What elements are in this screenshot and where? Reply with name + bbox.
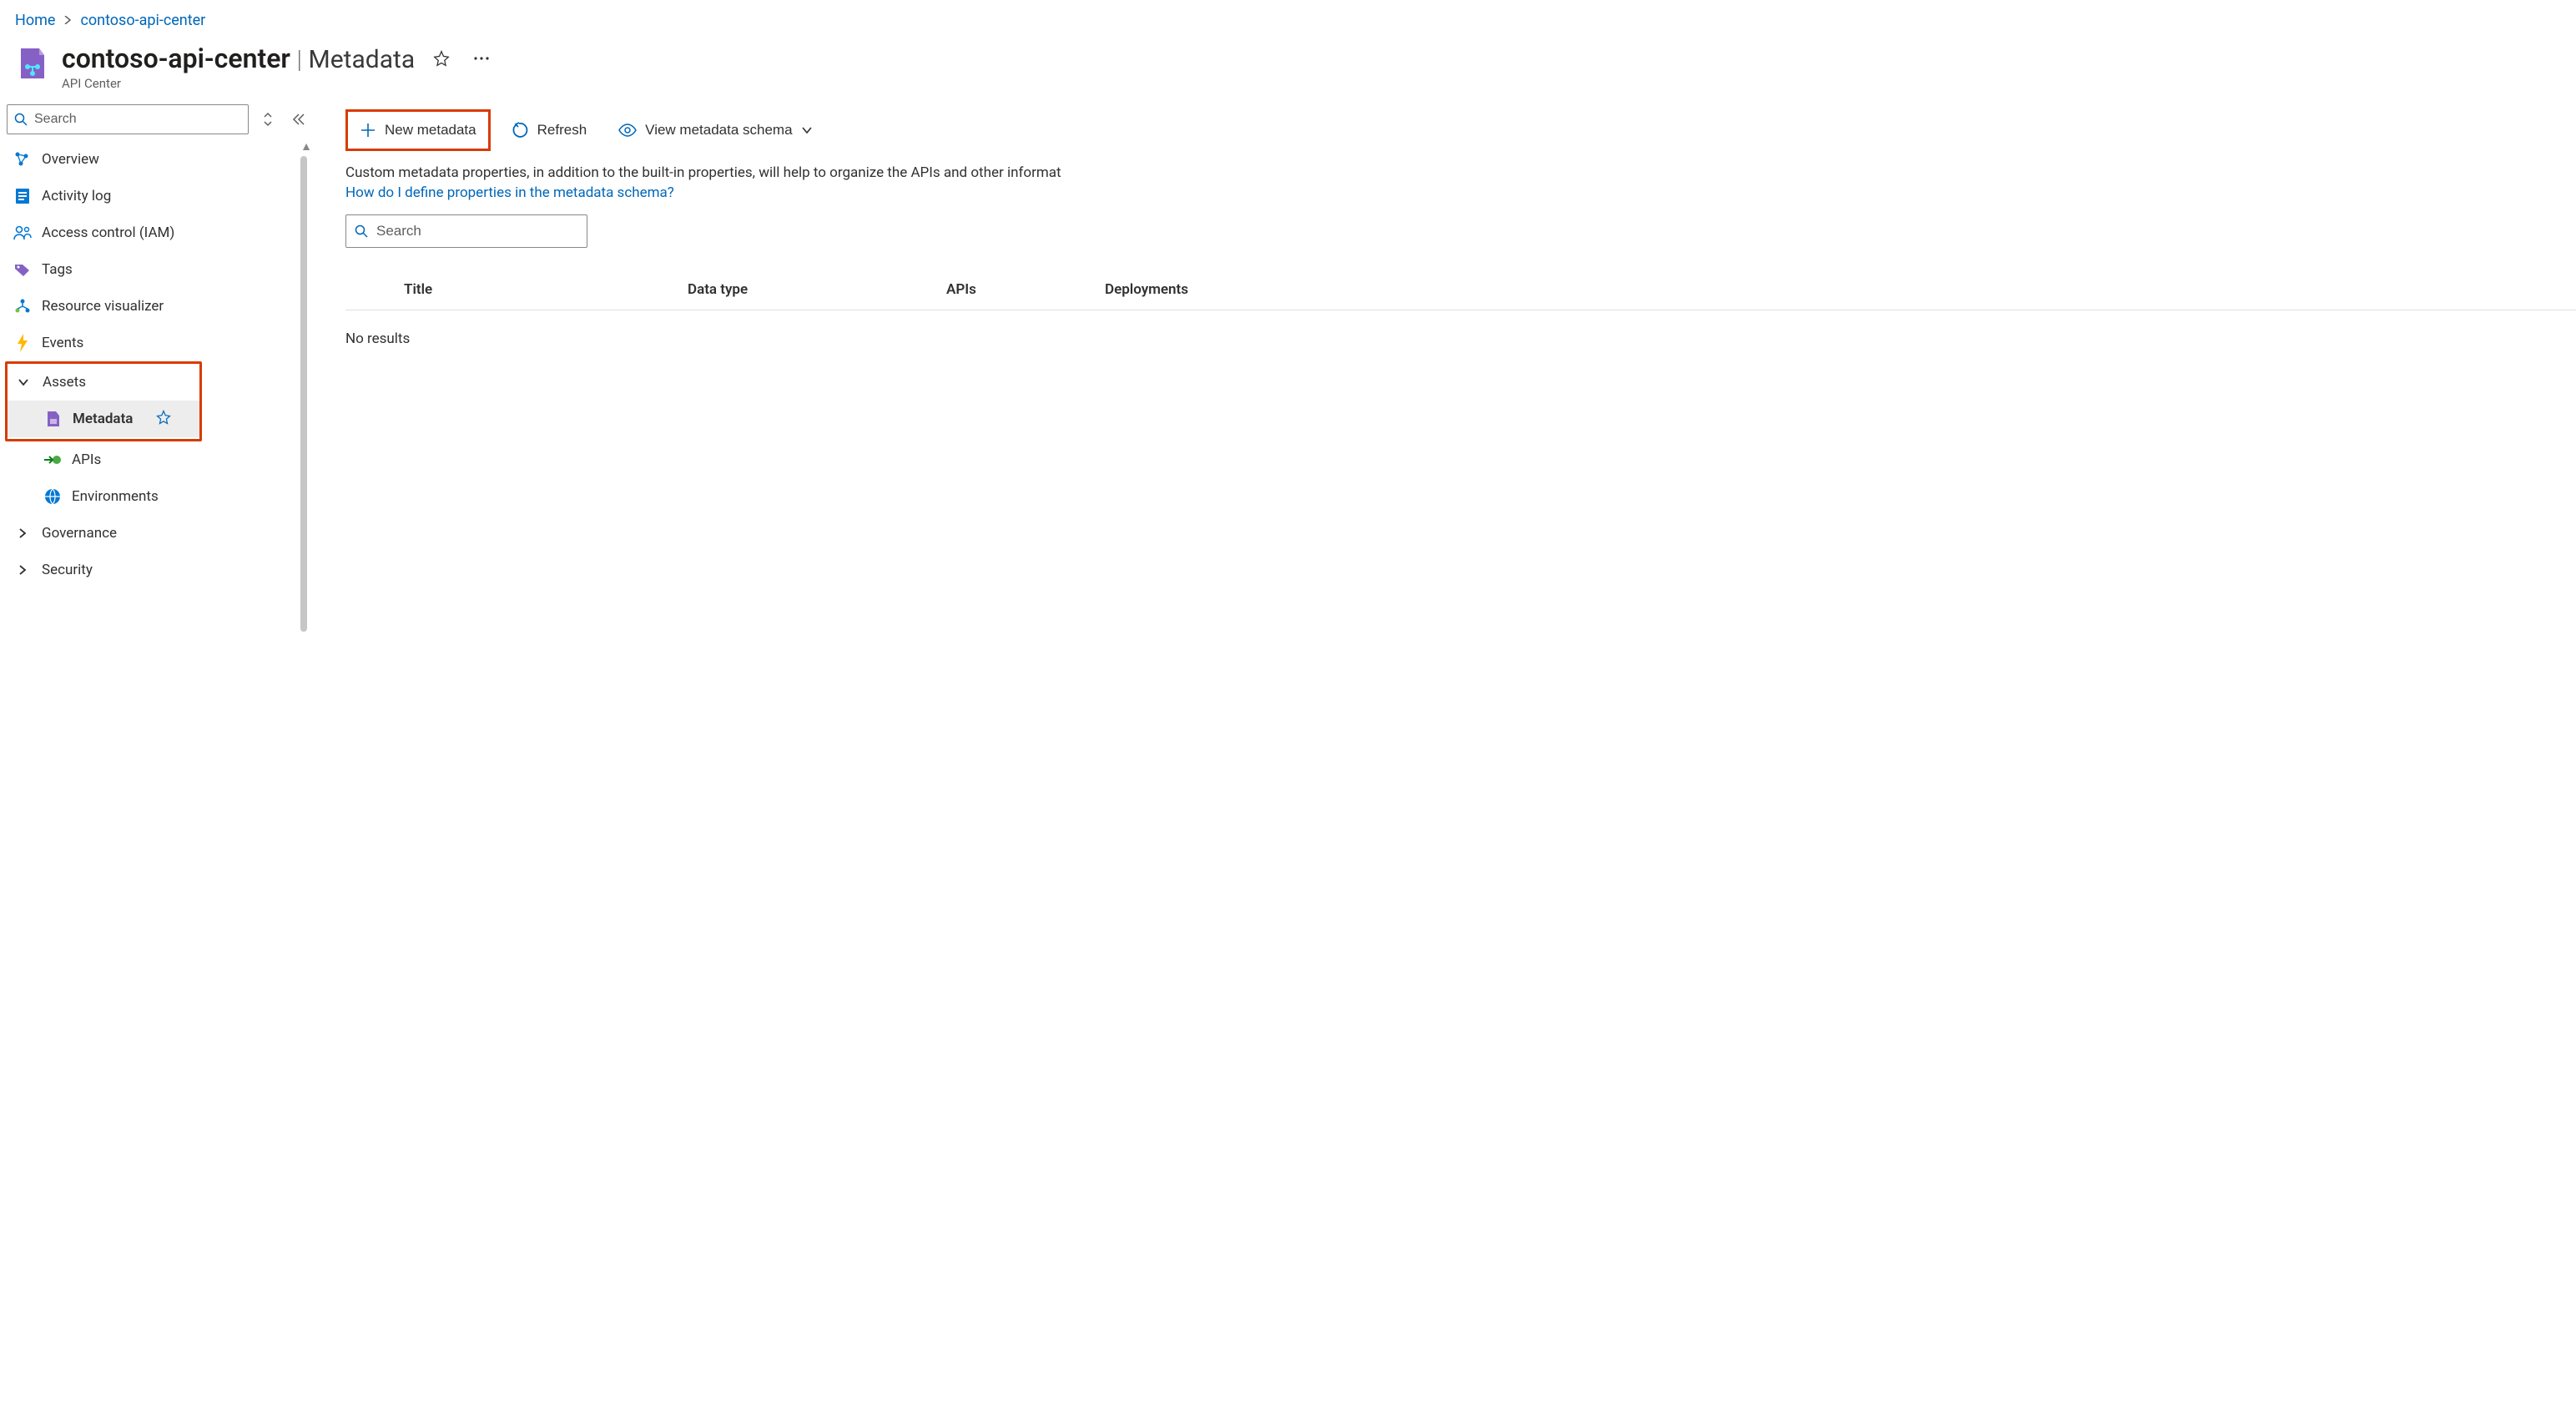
sidebar-item-environments[interactable]: Environments	[7, 478, 310, 515]
sidebar-group-label: Security	[42, 562, 93, 578]
activity-log-icon	[13, 187, 32, 205]
sidebar-item-label: Tags	[42, 261, 73, 278]
sidebar-group-label: Assets	[43, 374, 86, 391]
highlight-new-metadata: New metadata	[345, 109, 491, 151]
page-title: contoso-api-center	[62, 43, 290, 74]
breadcrumb-home[interactable]: Home	[15, 12, 55, 29]
sidebar-item-label: Environments	[72, 488, 159, 505]
column-header-title[interactable]: Title	[404, 281, 688, 298]
sidebar-item-activity-log[interactable]: Activity log	[7, 178, 310, 214]
no-results-message: No results	[345, 310, 2576, 347]
sidebar-item-label: APIs	[72, 451, 101, 468]
star-outline-icon	[433, 50, 450, 67]
sidebar-group-assets[interactable]: Assets	[8, 364, 199, 401]
page-subtitle: API Center	[62, 76, 495, 91]
apis-icon	[43, 451, 62, 469]
sidebar-item-label: Metadata	[73, 411, 133, 427]
toolbar-button-label: Refresh	[537, 122, 587, 139]
events-icon	[13, 334, 32, 352]
chevron-down-icon	[801, 122, 813, 139]
refresh-button[interactable]: Refresh	[502, 115, 597, 145]
view-metadata-schema-button[interactable]: View metadata schema	[608, 115, 822, 145]
favorite-item-button[interactable]	[156, 410, 171, 429]
content-search-input[interactable]	[376, 223, 578, 240]
toolbar-button-label: View metadata schema	[645, 122, 792, 139]
overview-icon	[13, 150, 32, 169]
scroll-up-icon[interactable]: ▲	[300, 139, 312, 154]
sidebar-item-label: Overview	[42, 151, 99, 168]
column-header-deployments[interactable]: Deployments	[1105, 281, 2576, 298]
sidebar-item-overview[interactable]: Overview	[7, 141, 310, 178]
toolbar: New metadata Refresh View metadata schem…	[345, 104, 2576, 164]
star-outline-icon	[156, 410, 171, 425]
sidebar-item-label: Activity log	[42, 188, 111, 204]
page-section-label: Metadata	[309, 45, 416, 74]
view-schema-icon	[618, 124, 637, 137]
chevron-right-icon	[63, 14, 72, 28]
plus-icon	[360, 122, 376, 139]
sidebar-item-tags[interactable]: Tags	[7, 251, 310, 288]
breadcrumb: Home contoso-api-center	[0, 0, 2576, 38]
refresh-icon	[512, 122, 529, 139]
access-control-icon	[13, 224, 32, 242]
content-search[interactable]	[345, 214, 587, 248]
metadata-icon	[44, 410, 63, 428]
highlight-assets-metadata: Assets Metadata	[5, 361, 202, 441]
sidebar-group-security[interactable]: Security	[7, 552, 310, 588]
sidebar-item-resource-visualizer[interactable]: Resource visualizer	[7, 288, 310, 325]
chevron-double-left-icon	[292, 113, 305, 126]
chevron-updown-icon	[262, 112, 274, 127]
sidebar-group-label: Governance	[42, 525, 117, 542]
api-center-resource-icon	[15, 46, 50, 81]
more-horizontal-icon	[473, 56, 490, 61]
sidebar-item-label: Access control (IAM)	[42, 224, 174, 241]
page-header: contoso-api-center | Metadata API Center	[0, 38, 2576, 99]
tags-icon	[13, 260, 32, 279]
sidebar-scrollbar[interactable]	[300, 156, 307, 632]
column-header-apis[interactable]: APIs	[946, 281, 1105, 298]
main-content: New metadata Refresh View metadata schem…	[317, 99, 2576, 347]
help-link[interactable]: How do I define properties in the metada…	[345, 184, 674, 201]
sidebar: ▲ Overview Activity log Access control (…	[0, 99, 317, 588]
chevron-right-icon	[13, 527, 32, 539]
sidebar-item-metadata[interactable]: Metadata	[8, 401, 199, 437]
more-button[interactable]	[468, 51, 495, 66]
search-icon	[14, 113, 28, 126]
sidebar-group-governance[interactable]: Governance	[7, 515, 310, 552]
sidebar-search-input[interactable]	[34, 112, 241, 127]
environments-icon	[43, 487, 62, 506]
sidebar-item-label: Resource visualizer	[42, 298, 164, 315]
favorite-button[interactable]	[428, 45, 455, 72]
chevron-right-icon	[13, 564, 32, 576]
sidebar-search[interactable]	[7, 104, 249, 134]
content-description: Custom metadata properties, in addition …	[345, 164, 2576, 201]
chevron-down-icon	[14, 378, 33, 386]
new-metadata-button[interactable]: New metadata	[350, 115, 486, 145]
sidebar-item-label: Events	[42, 335, 83, 351]
sidebar-item-events[interactable]: Events	[7, 325, 310, 361]
sidebar-item-iam[interactable]: Access control (IAM)	[7, 214, 310, 251]
sidebar-expand-collapse-button[interactable]	[257, 107, 279, 132]
sidebar-item-apis[interactable]: APIs	[7, 441, 310, 478]
column-header-data-type[interactable]: Data type	[688, 281, 946, 298]
table-header: Title Data type APIs Deployments	[345, 281, 2576, 310]
search-icon	[355, 224, 368, 238]
sidebar-collapse-button[interactable]	[287, 108, 310, 131]
resource-visualizer-icon	[13, 297, 32, 315]
breadcrumb-resource[interactable]: contoso-api-center	[80, 12, 205, 29]
title-separator: |	[296, 45, 302, 74]
toolbar-button-label: New metadata	[385, 122, 476, 139]
